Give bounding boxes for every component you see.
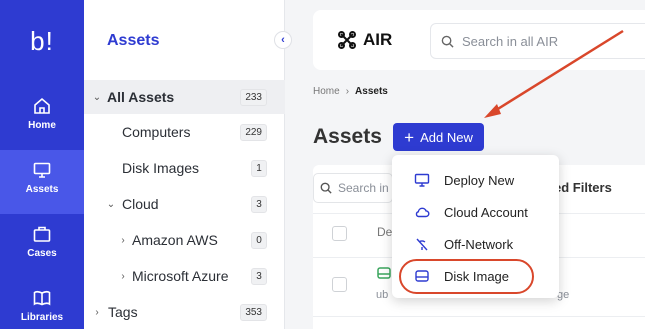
air-logo-icon (338, 31, 356, 49)
monitor-icon (33, 162, 51, 178)
left-rail: b! Home Assets Cases Libraries (0, 0, 84, 329)
tree-item-label: Computers (122, 124, 191, 140)
chevron-right-icon: › (345, 86, 350, 97)
tree-item-label: Amazon AWS (132, 232, 218, 248)
brand-logo[interactable]: AIR (337, 30, 392, 50)
chevron-down-icon[interactable]: ⌄ (106, 199, 116, 210)
column-header-device: De (377, 225, 393, 239)
collapse-sidebar-button[interactable]: ‹ (274, 31, 292, 49)
rail-item-assets[interactable]: Assets (0, 150, 84, 214)
global-search-input[interactable]: Search in all AIR (430, 23, 645, 59)
highlight-outline (399, 259, 534, 294)
row-checkbox[interactable] (332, 277, 347, 292)
rail-item-home[interactable]: Home (0, 86, 84, 150)
count-badge: 3 (251, 195, 267, 213)
rail-item-libraries[interactable]: Libraries (0, 278, 84, 329)
tree-item-cloud[interactable]: ⌄ Cloud 3 (84, 187, 285, 221)
chevron-right-icon[interactable]: › (118, 235, 128, 246)
assets-sidebar: Assets ⌄ All Assets 233 Computers 229 Di… (84, 0, 285, 329)
rail-item-label: Libraries (20, 312, 64, 323)
wifi-off-icon (412, 234, 432, 254)
list-search-placeholder: Search in (338, 181, 389, 195)
plus-icon: + (404, 127, 415, 147)
advanced-filters-button[interactable]: ed Filters (554, 180, 612, 195)
row-device-name: ub (376, 289, 389, 301)
rail-item-label: Assets (25, 184, 59, 195)
count-badge: 353 (240, 303, 267, 321)
top-bar: AIR Search in all AIR (313, 10, 645, 70)
chevron-down-icon[interactable]: ⌄ (92, 92, 102, 103)
breadcrumb-home[interactable]: Home (313, 86, 340, 97)
search-icon (441, 35, 454, 48)
book-icon (33, 291, 51, 306)
add-new-label: Add New (420, 129, 473, 145)
home-icon (34, 97, 50, 114)
cloud-icon (412, 202, 432, 222)
menu-item-cloud-account[interactable]: Cloud Account (392, 196, 559, 228)
disk-icon (377, 267, 391, 279)
list-search-input[interactable]: Search in (313, 173, 393, 203)
count-badge: 3 (251, 267, 267, 285)
rail-item-cases[interactable]: Cases (0, 214, 84, 278)
page-title: Assets (313, 125, 382, 148)
count-badge: 0 (251, 231, 267, 249)
chevron-right-icon[interactable]: › (92, 307, 102, 318)
search-icon (320, 182, 332, 194)
rail-item-label: Home (28, 120, 56, 131)
menu-item-off-network[interactable]: Off-Network (392, 228, 559, 260)
chevron-right-icon[interactable]: › (118, 271, 128, 282)
breadcrumb: Home › Assets (313, 86, 388, 97)
count-badge: 233 (240, 88, 267, 106)
tree-item-tags[interactable]: › Tags 353 (84, 295, 285, 329)
tree-item-label: Disk Images (122, 160, 200, 176)
rail-item-label: Cases (27, 248, 57, 259)
brand-name: AIR (363, 30, 393, 49)
tree-item-label: All Assets (107, 89, 175, 105)
add-new-button[interactable]: + Add New (393, 123, 484, 151)
menu-item-label: Off-Network (444, 236, 514, 252)
briefcase-icon (33, 226, 51, 242)
breadcrumb-current: Assets (355, 86, 388, 97)
sidebar-title: Assets (107, 32, 160, 49)
monitor-icon (412, 170, 432, 190)
tree-item-label: Microsoft Azure (132, 268, 229, 284)
tree-item-label: Cloud (122, 196, 159, 212)
tree-item-disk-images[interactable]: Disk Images 1 (84, 151, 285, 185)
select-all-checkbox[interactable] (332, 226, 347, 241)
divider (313, 316, 645, 317)
search-placeholder: Search in all AIR (462, 33, 559, 49)
tree-item-all-assets[interactable]: ⌄ All Assets 233 (84, 80, 285, 114)
menu-item-label: Deploy New (444, 172, 515, 188)
menu-item-label: Cloud Account (444, 204, 528, 220)
count-badge: 1 (251, 159, 267, 177)
count-badge: 229 (240, 123, 267, 141)
menu-item-deploy-new[interactable]: Deploy New (392, 164, 559, 196)
app-logo[interactable]: b! (0, 26, 84, 57)
tree-item-amazon-aws[interactable]: › Amazon AWS 0 (84, 223, 285, 257)
tree-item-computers[interactable]: Computers 229 (84, 115, 285, 149)
tree-item-microsoft-azure[interactable]: › Microsoft Azure 3 (84, 259, 285, 293)
tree-item-label: Tags (108, 304, 138, 320)
